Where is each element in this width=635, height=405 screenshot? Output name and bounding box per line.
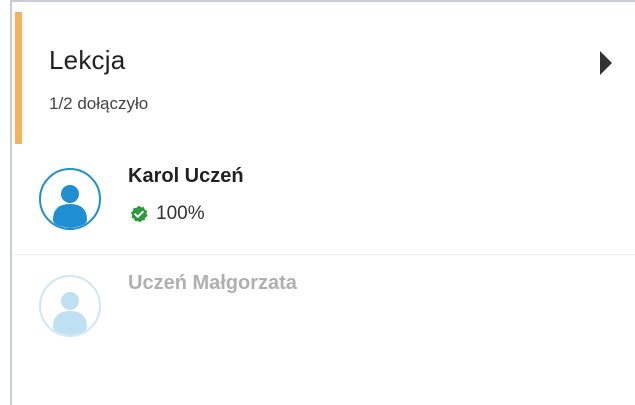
avatar <box>39 168 101 230</box>
participant-name: Karol Uczeń <box>128 165 244 187</box>
progress-percent: 100% <box>156 203 205 224</box>
user-icon <box>53 185 87 228</box>
verified-check-icon <box>130 205 148 223</box>
joined-count: 1/2 dołączyło <box>49 94 149 113</box>
participant-row[interactable]: Karol Uczeń 100% <box>12 148 635 255</box>
lesson-title: Lekcja <box>49 45 126 75</box>
user-icon <box>53 292 87 335</box>
accent-bar <box>15 12 22 144</box>
lesson-header[interactable]: Lekcja 1/2 dołączyło <box>12 12 635 146</box>
participant-row[interactable]: Uczeń Małgorzata <box>12 255 635 361</box>
participant-status: 100% <box>130 203 205 225</box>
app-frame: Lekcja 1/2 dołączyło Karol Uczeń 100% Uc… <box>0 0 635 405</box>
lesson-panel: Lekcja 1/2 dołączyło Karol Uczeń 100% Uc… <box>12 2 635 405</box>
participant-name: Uczeń Małgorzata <box>128 272 297 294</box>
avatar <box>39 275 101 337</box>
expand-arrow-icon[interactable] <box>600 51 612 75</box>
